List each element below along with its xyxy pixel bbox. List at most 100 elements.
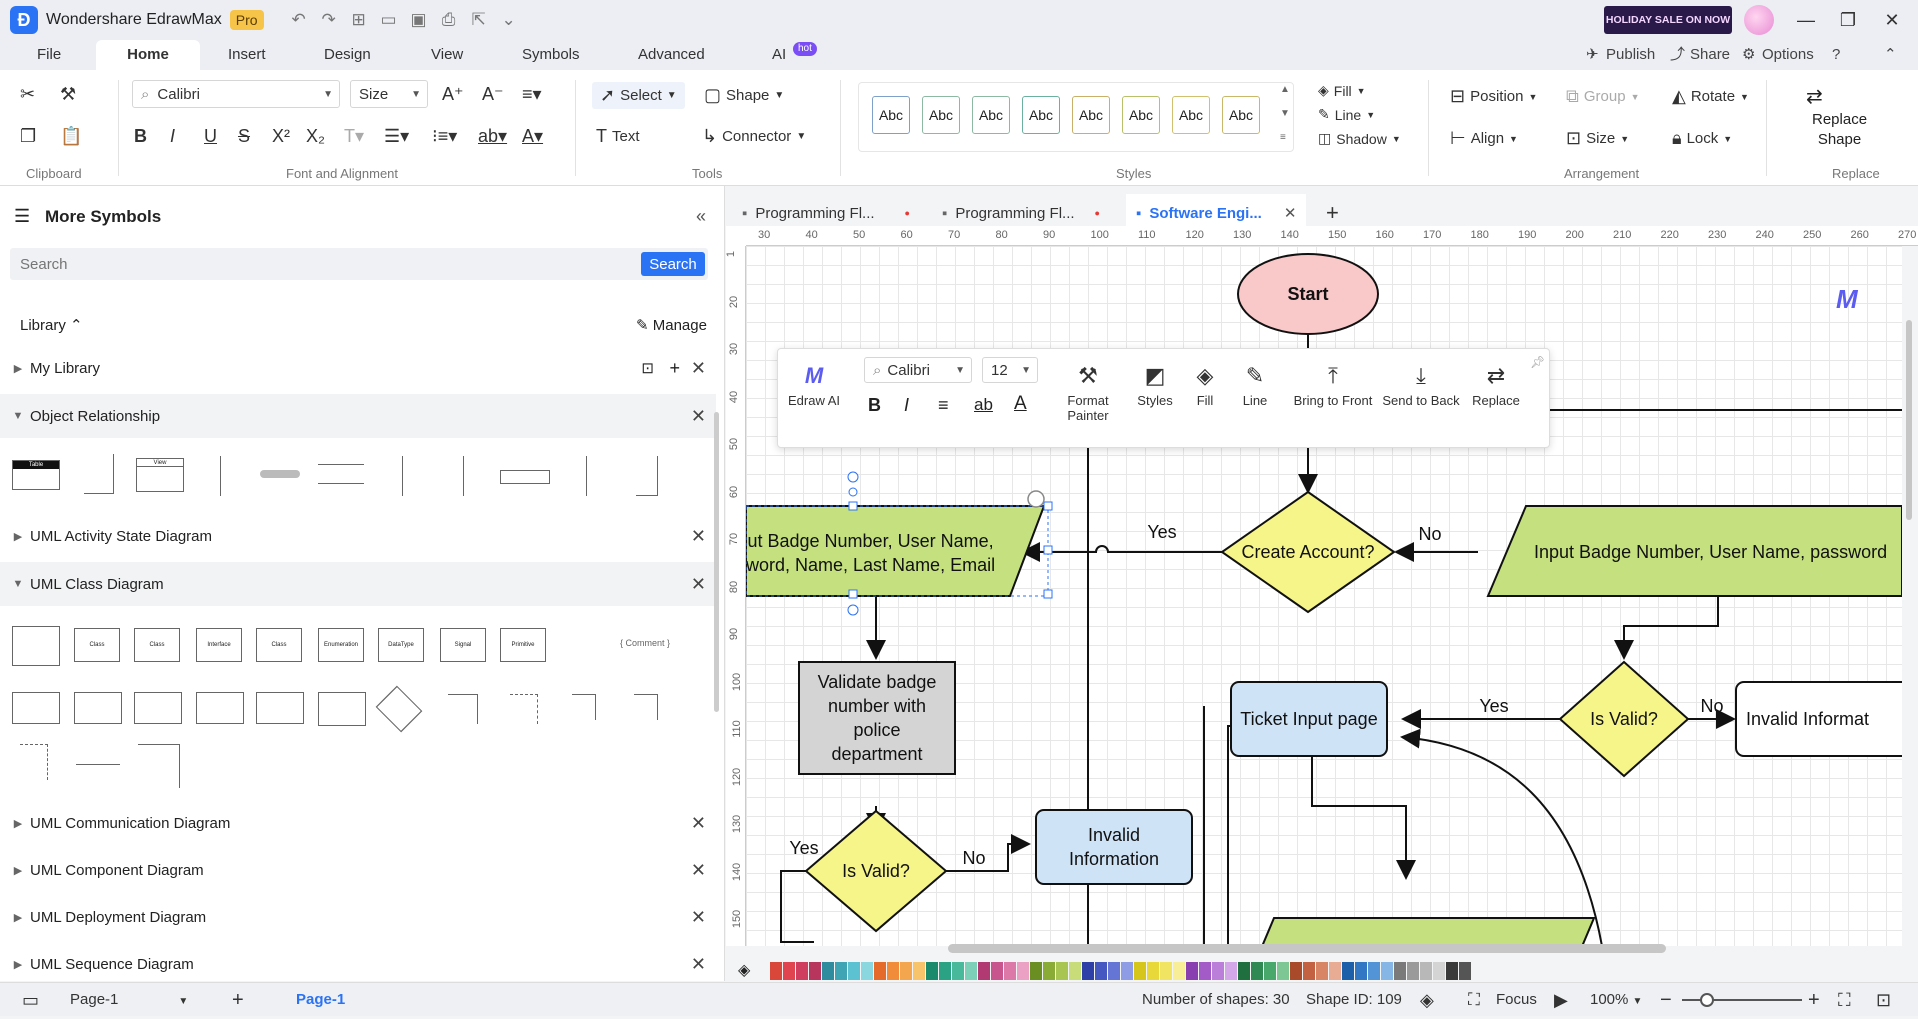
more-chevron-icon[interactable]: ⌄: [494, 5, 524, 35]
font-color-icon[interactable]: A▾: [522, 126, 543, 147]
zoom-out-icon[interactable]: −: [1660, 983, 1672, 1017]
symbol-comment[interactable]: { Comment }: [620, 638, 670, 648]
edraw-ai-button[interactable]: M Edraw AI: [786, 363, 842, 408]
bullets-icon[interactable]: ⁝≡▾: [432, 126, 457, 147]
symbol-diamond[interactable]: [375, 685, 423, 733]
color-swatch[interactable]: [1264, 962, 1276, 980]
symbol-line[interactable]: [463, 456, 464, 496]
more-symbols-title[interactable]: More Symbols: [45, 207, 161, 227]
gallery-expand-icon[interactable]: ≡: [1280, 132, 1286, 143]
symbol-package[interactable]: [196, 692, 244, 724]
color-swatch[interactable]: [1329, 962, 1341, 980]
menu-advanced[interactable]: Advanced: [638, 40, 705, 70]
size-button[interactable]: ⊡ Size ▼: [1566, 128, 1629, 149]
validate-badge-process[interactable]: Validate badge number with police depart…: [799, 670, 955, 766]
start-node[interactable]: Start: [1238, 274, 1378, 314]
color-swatch[interactable]: [861, 962, 873, 980]
close-icon[interactable]: ✕: [691, 358, 706, 379]
paste-icon[interactable]: 📋: [60, 126, 82, 147]
color-swatch[interactable]: [848, 962, 860, 980]
gallery-scroll-up-icon[interactable]: ▲: [1280, 84, 1290, 95]
close-window-icon[interactable]: ✕: [1872, 6, 1912, 34]
symbol-dependency[interactable]: [510, 694, 538, 724]
color-swatch[interactable]: [1056, 962, 1068, 980]
color-swatch[interactable]: [1251, 962, 1263, 980]
edraw-ai-logo-icon[interactable]: M: [1836, 284, 1858, 315]
symbol-class[interactable]: Class: [74, 628, 120, 662]
color-swatch[interactable]: [1381, 962, 1393, 980]
focus-button[interactable]: Focus: [1496, 983, 1537, 1017]
invalid-information-2[interactable]: Invalid Informat: [1746, 704, 1902, 734]
ticket-input-page[interactable]: Ticket Input page: [1231, 704, 1387, 734]
strikethrough-icon[interactable]: S: [238, 126, 250, 147]
category-uml-class[interactable]: ▼ UML Class Diagram ✕: [0, 562, 716, 606]
symbol-link[interactable]: [76, 764, 120, 765]
save-icon[interactable]: ▣: [404, 5, 434, 35]
page-select[interactable]: Page-1 ▼: [70, 983, 188, 1017]
color-swatch[interactable]: [1342, 962, 1354, 980]
holiday-sale-banner[interactable]: HOLIDAY SALE ON NOW: [1604, 6, 1732, 34]
color-swatch[interactable]: [965, 962, 977, 980]
symbol-connector[interactable]: [636, 456, 658, 496]
color-swatch[interactable]: [939, 962, 951, 980]
fill-bucket-icon[interactable]: ◈: [738, 960, 750, 980]
symbol-class-table[interactable]: [12, 626, 60, 666]
redo-icon[interactable]: ↷: [314, 5, 344, 35]
style-swatch[interactable]: Abc: [922, 96, 960, 134]
page-tab-active[interactable]: Page-1: [296, 983, 345, 1017]
color-swatch[interactable]: [770, 962, 782, 980]
group-button[interactable]: ⧉ Group ▼: [1566, 86, 1639, 107]
increase-font-icon[interactable]: A⁺: [442, 84, 464, 105]
print-icon[interactable]: ⎙: [434, 5, 464, 35]
bold-icon[interactable]: B: [868, 395, 881, 416]
open-folder-icon[interactable]: ▭: [374, 5, 404, 35]
options-button[interactable]: Options: [1762, 40, 1814, 70]
collapse-panel-icon[interactable]: «: [696, 206, 706, 227]
color-swatch[interactable]: [1160, 962, 1172, 980]
menu-ai[interactable]: AI: [772, 40, 786, 70]
rotate-button[interactable]: ◭ Rotate ▼: [1672, 86, 1749, 107]
symbol-enumeration[interactable]: Enumeration: [318, 628, 364, 662]
copy-icon[interactable]: ❐: [20, 126, 36, 147]
fullscreen-icon[interactable]: ⊡: [1876, 983, 1891, 1017]
symbol-attribute[interactable]: [318, 464, 364, 484]
close-icon[interactable]: ✕: [691, 406, 706, 427]
color-swatch[interactable]: [978, 962, 990, 980]
category-object-relationship[interactable]: ▼ Object Relationship ✕: [0, 394, 716, 438]
publish-button[interactable]: Publish: [1606, 40, 1655, 70]
color-swatch[interactable]: [1407, 962, 1419, 980]
color-swatch[interactable]: [1121, 962, 1133, 980]
menu-home[interactable]: Home: [96, 40, 200, 70]
close-icon[interactable]: ✕: [691, 574, 706, 595]
style-swatch[interactable]: Abc: [872, 96, 910, 134]
replace-button[interactable]: ⇄ Replace: [1468, 363, 1524, 408]
color-swatch[interactable]: [1277, 962, 1289, 980]
color-swatch[interactable]: [900, 962, 912, 980]
format-painter-icon[interactable]: ⚒: [60, 84, 76, 105]
close-icon[interactable]: ✕: [691, 954, 706, 975]
is-valid-decision-1[interactable]: Is Valid?: [806, 856, 946, 886]
text-align-icon[interactable]: ≡▾: [522, 84, 542, 105]
color-swatch[interactable]: [1069, 962, 1081, 980]
replace-shape-icon[interactable]: ⇄: [1806, 84, 1823, 109]
symbol-composition[interactable]: [138, 744, 180, 788]
close-icon[interactable]: ✕: [691, 907, 706, 928]
zoom-select[interactable]: 100% ▼: [1590, 983, 1642, 1017]
symbol-connector[interactable]: [84, 454, 114, 494]
category-uml-activity[interactable]: ▶ UML Activity State Diagram ✕: [0, 514, 716, 558]
library-toggle[interactable]: Library ⌃: [20, 316, 83, 334]
align-button[interactable]: ⊢ Align ▼: [1450, 128, 1518, 149]
color-swatch[interactable]: [1173, 962, 1185, 980]
layers-icon[interactable]: ◈: [1420, 983, 1434, 1017]
lock-button[interactable]: 🔒︎ Lock ▼: [1672, 128, 1732, 149]
vertical-scrollbar[interactable]: [1906, 320, 1912, 520]
cut-icon[interactable]: ✂: [20, 84, 35, 105]
color-swatch[interactable]: [1095, 962, 1107, 980]
search-button[interactable]: Search: [641, 252, 705, 276]
italic-icon[interactable]: I: [904, 395, 909, 416]
line-spacing-icon[interactable]: ☰▾: [384, 126, 409, 147]
color-swatch[interactable]: [952, 962, 964, 980]
text-highlight-icon[interactable]: ab: [974, 395, 993, 415]
fill-button[interactable]: ◈ Fill: [1180, 363, 1230, 408]
panel-scrollbar[interactable]: [714, 412, 719, 712]
